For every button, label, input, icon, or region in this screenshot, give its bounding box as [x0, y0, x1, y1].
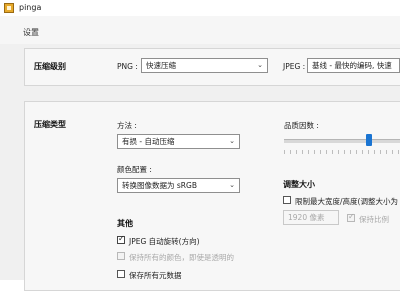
- app-icon: [4, 3, 14, 13]
- keep-colors-label: 保持所有的颜色，即使是透明的: [129, 253, 234, 262]
- keep-ratio-checkbox[interactable]: [347, 212, 355, 222]
- chevron-down-icon: ⌄: [229, 137, 235, 145]
- quality-slider-track[interactable]: [284, 139, 400, 143]
- keep-ratio-label: 保持比例: [359, 215, 389, 224]
- png-compression-value: 快速压缩: [146, 61, 176, 70]
- keep-metadata-label: 保存所有元数据: [129, 271, 182, 280]
- settings-header: [0, 16, 400, 44]
- color-profile-label: 颜色配置 :: [117, 165, 152, 174]
- color-profile-select[interactable]: 转换图像数据为 sRGB ⌄: [117, 178, 240, 193]
- method-label: 方法 :: [117, 121, 137, 130]
- keep-colors-checkbox[interactable]: [117, 252, 125, 260]
- png-compression-select[interactable]: 快速压缩 ⌄: [141, 58, 268, 73]
- limit-size-label: 限制最大宽度/高度(调整大小为: [295, 197, 398, 206]
- quality-label: 品质因数 :: [284, 121, 319, 130]
- chevron-down-icon: ⌄: [229, 181, 235, 189]
- compression-type-title: 压缩类型: [34, 120, 66, 129]
- settings-label: 设置: [23, 28, 39, 37]
- auto-rotate-checkbox[interactable]: [117, 234, 125, 244]
- chevron-down-icon: ⌄: [257, 61, 263, 69]
- limit-size-checkbox[interactable]: [283, 196, 291, 204]
- quality-slider-ticks: [284, 150, 400, 154]
- keep-metadata-checkbox[interactable]: [117, 270, 125, 278]
- color-profile-value: 转换图像数据为 sRGB: [122, 181, 197, 190]
- title-bar: pinga: [0, 0, 400, 16]
- auto-rotate-label: JPEG 自动旋转(方向): [129, 237, 200, 246]
- window-title: pinga: [19, 3, 42, 12]
- png-label: PNG :: [117, 62, 138, 71]
- other-title: 其他: [117, 219, 133, 228]
- max-size-input[interactable]: 1920 像素: [283, 210, 339, 225]
- method-select[interactable]: 有损 - 自动压缩 ⌄: [117, 134, 240, 149]
- jpeg-compression-select[interactable]: 基线 - 最快的编码, 快速: [307, 58, 400, 73]
- jpeg-label: JPEG :: [283, 62, 306, 71]
- resize-title: 调整大小: [283, 180, 315, 189]
- method-value: 有损 - 自动压缩: [122, 137, 175, 146]
- compression-level-title: 压缩级别: [34, 62, 66, 71]
- jpeg-compression-value: 基线 - 最快的编码, 快速: [312, 61, 392, 70]
- max-size-value: 1920 像素: [288, 213, 325, 222]
- quality-slider-thumb[interactable]: [365, 134, 372, 146]
